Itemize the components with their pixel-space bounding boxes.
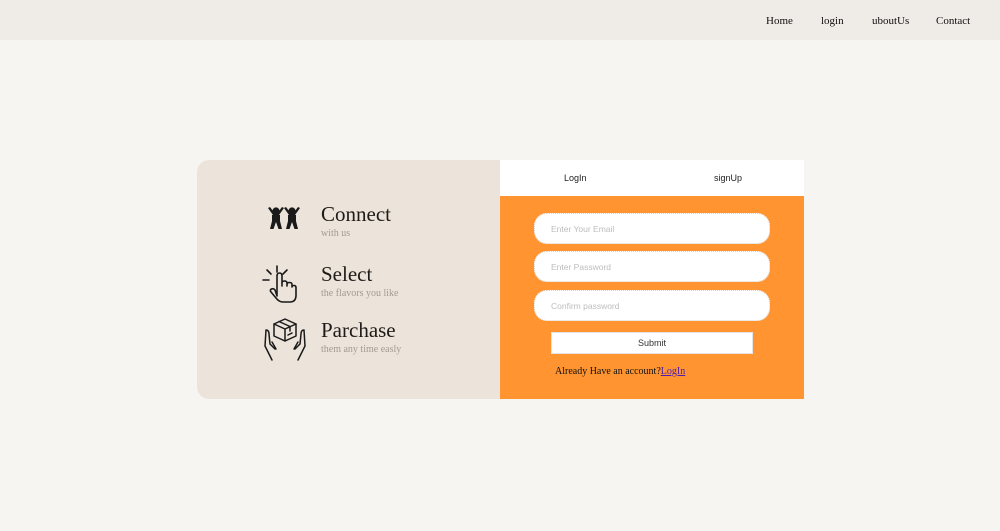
hand-tap-icon	[260, 262, 310, 312]
features-panel: Connect with us Select the flavors you l…	[197, 160, 500, 399]
nav-about-link[interactable]: uboutUs	[872, 15, 909, 27]
auth-form-panel: LogIn signUp Submit Already Have an acco…	[500, 160, 804, 399]
tab-login[interactable]: LogIn	[564, 173, 587, 183]
people-cheering-icon	[260, 202, 310, 252]
already-account-label: Already Have an account?	[555, 366, 661, 377]
feature-subtitle: them any time easly	[321, 344, 402, 355]
feature-title: Parchase	[321, 318, 396, 342]
signup-card: Connect with us Select the flavors you l…	[197, 160, 804, 399]
nav-login-link[interactable]: login	[821, 15, 844, 27]
submit-button[interactable]: Submit	[551, 332, 753, 354]
auth-tabs: LogIn signUp	[500, 160, 804, 196]
top-navbar: Home login uboutUs Contact	[0, 0, 1000, 40]
already-account-text: Already Have an account?LogIn	[555, 366, 685, 377]
feature-subtitle: the flavors you like	[321, 288, 399, 299]
nav-home-link[interactable]: Home	[766, 15, 793, 27]
feature-connect: Connect with us	[197, 202, 500, 258]
hands-holding-box-icon	[260, 318, 310, 368]
feature-title: Connect	[321, 202, 391, 226]
feature-purchase: Parchase them any time easly	[197, 318, 500, 374]
nav-contact-link[interactable]: Contact	[936, 15, 970, 27]
confirm-password-field[interactable]	[534, 290, 770, 321]
tab-signup[interactable]: signUp	[714, 173, 742, 183]
login-link[interactable]: LogIn	[661, 366, 685, 377]
feature-subtitle: with us	[321, 228, 351, 239]
feature-title: Select	[321, 262, 373, 286]
email-field[interactable]	[534, 213, 770, 244]
password-field[interactable]	[534, 251, 770, 282]
feature-select: Select the flavors you like	[197, 262, 500, 318]
